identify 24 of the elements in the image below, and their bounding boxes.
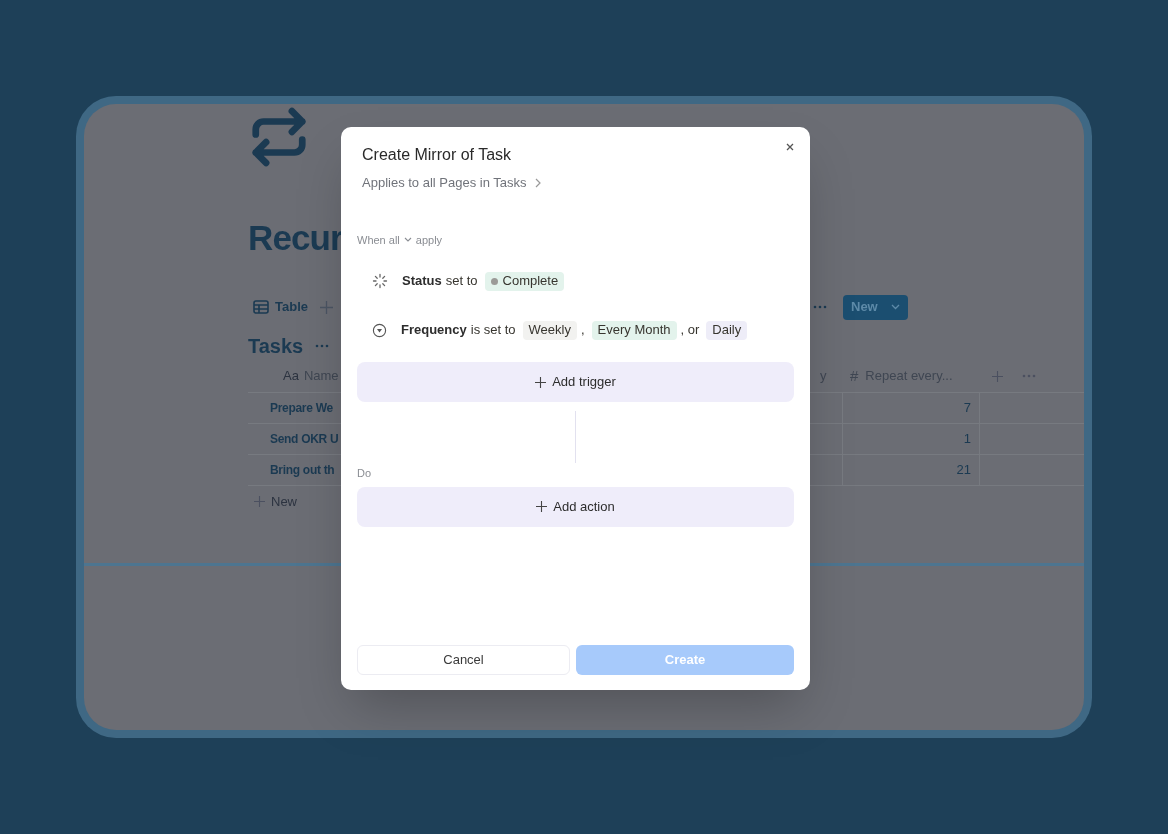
option-tag: Complete [484, 271, 565, 291]
table-cell: 21 [842, 455, 980, 485]
table-cell: Send OKR U [270, 432, 339, 447]
database-title: Tasks [248, 334, 304, 359]
option-tag: Weekly [522, 320, 577, 340]
property-name: Status [402, 272, 442, 291]
trigger-text: set to [445, 272, 478, 291]
trigger-text: , [580, 321, 585, 340]
page-title: Recur [248, 217, 343, 259]
dialog-title: Create Mirror of Task [362, 145, 512, 165]
table-cell: Bring out th [270, 463, 335, 478]
number-type-glyph: # [850, 365, 859, 386]
option-tag: Every Month [591, 320, 677, 340]
trigger-text: is set to [470, 321, 516, 340]
section-label: Do [357, 466, 373, 481]
option-tag: Daily [706, 320, 748, 340]
condition-label: When all [357, 232, 400, 248]
table-cell: 1 [842, 424, 980, 454]
property-name: Frequency [401, 321, 467, 340]
table-cell: 7 [842, 393, 980, 423]
trigger-text: , or [680, 321, 700, 340]
text-type-glyph: Aa [283, 367, 299, 386]
condition-label: apply [415, 232, 443, 248]
table-cell: Prepare We [270, 401, 333, 416]
